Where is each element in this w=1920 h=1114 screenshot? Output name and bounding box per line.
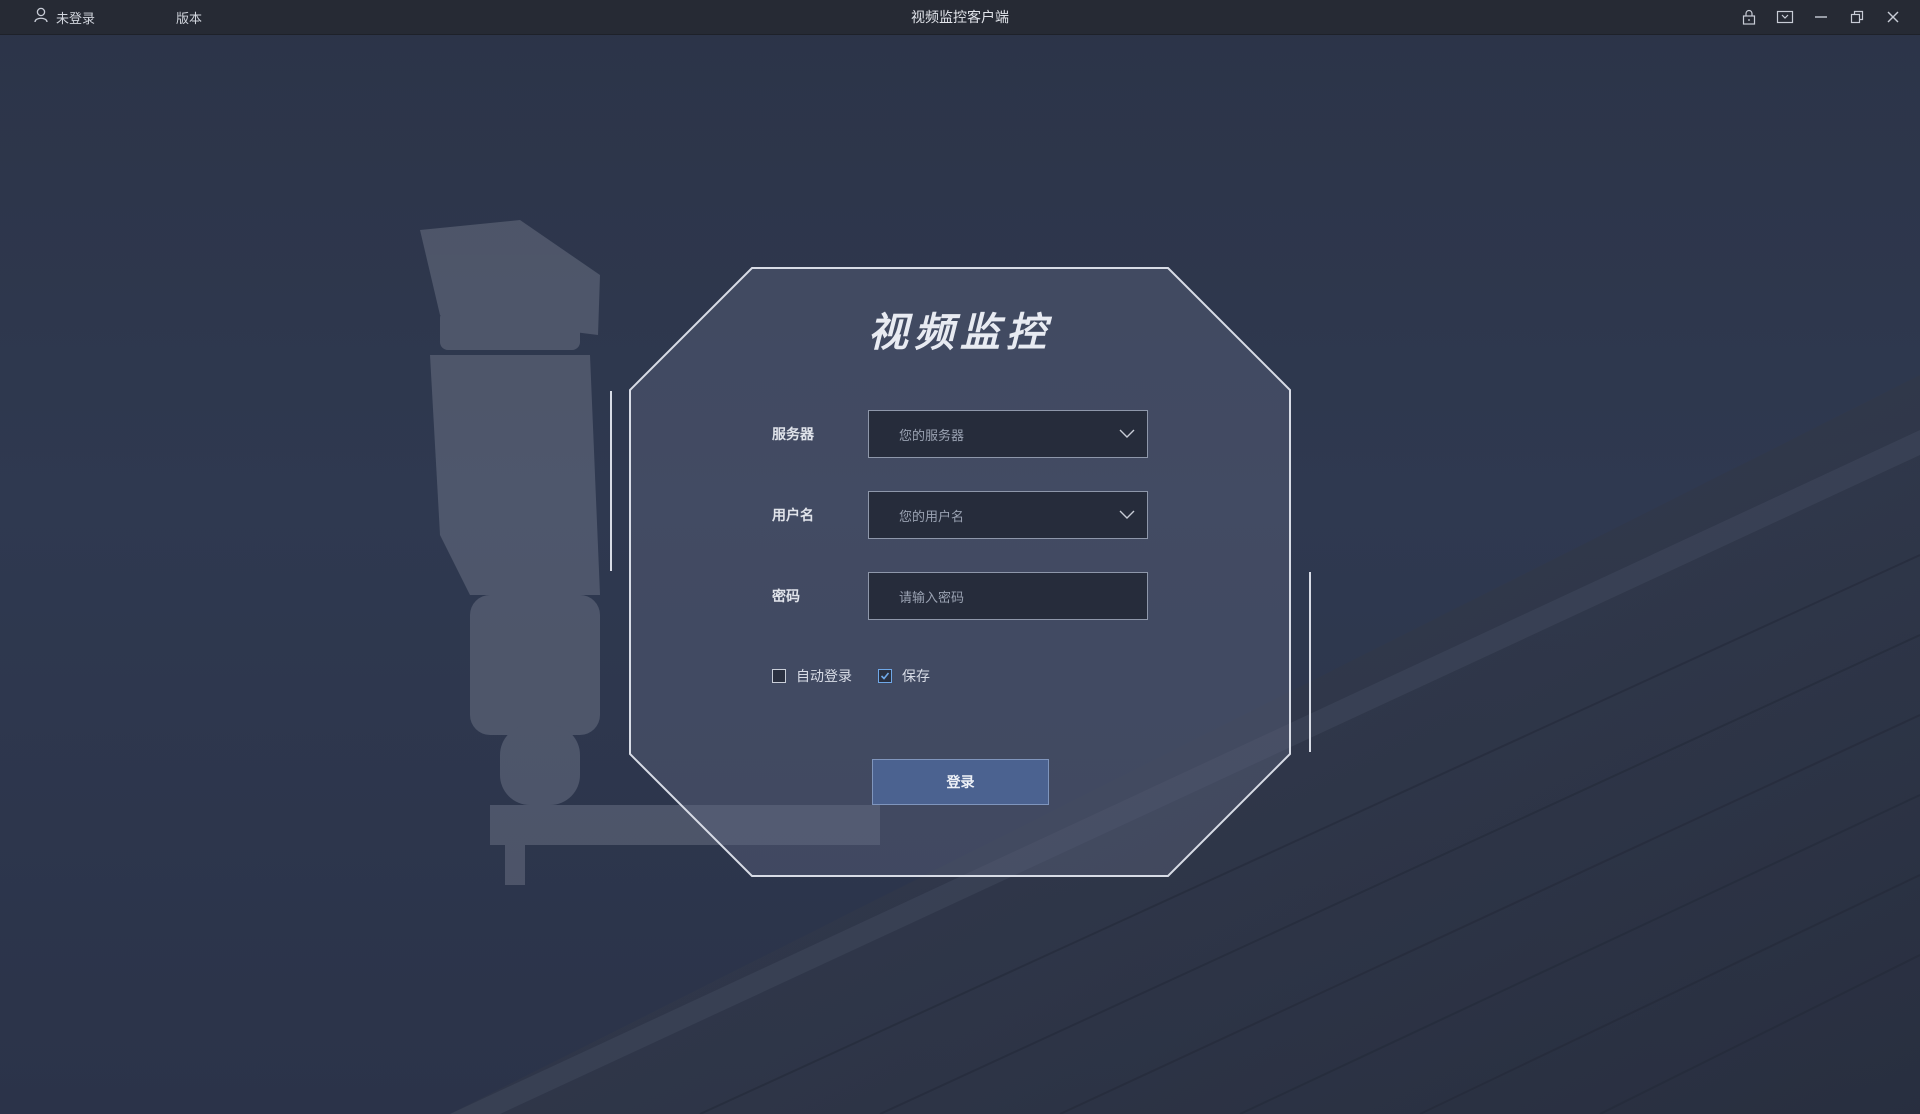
app-title: 视频监控客户端 [911, 10, 1009, 26]
lock-button[interactable] [1738, 6, 1760, 28]
username-row: 用户名 您的用户名 [772, 491, 1148, 539]
lock-icon [1742, 9, 1756, 25]
minimize-button[interactable] [1810, 6, 1832, 28]
chevron-down-icon [1119, 510, 1135, 519]
window-controls [1738, 0, 1904, 34]
save-checkbox[interactable] [878, 669, 892, 683]
password-placeholder: 请输入密码 [899, 590, 965, 606]
password-row: 密码 请输入密码 [772, 572, 1148, 620]
restore-button[interactable] [1846, 6, 1868, 28]
username-label: 用户名 [772, 508, 814, 524]
restore-icon [1850, 10, 1864, 24]
left-accent-line [610, 391, 612, 571]
minimize-icon [1815, 16, 1827, 18]
auto-login-label: 自动登录 [796, 669, 852, 685]
server-placeholder: 您的服务器 [899, 428, 965, 444]
server-dropdown-toggle[interactable] [1107, 411, 1147, 457]
server-row: 服务器 您的服务器 [772, 410, 1148, 458]
password-label: 密码 [772, 589, 800, 605]
username-dropdown-toggle[interactable] [1107, 492, 1147, 538]
dropdown-window-icon [1776, 10, 1794, 24]
user-status-label: 未登录 [56, 11, 96, 27]
username-placeholder: 您的用户名 [899, 509, 965, 525]
options-row: 自动登录 保存 [772, 664, 956, 688]
password-field[interactable]: 请输入密码 [868, 572, 1148, 620]
dropdown-window-button[interactable] [1774, 6, 1796, 28]
right-accent-line [1309, 572, 1311, 752]
server-label: 服务器 [772, 427, 814, 443]
checkmark-icon [880, 672, 890, 680]
server-select[interactable]: 您的服务器 [868, 410, 1148, 458]
close-button[interactable] [1882, 6, 1904, 28]
chevron-down-icon [1119, 429, 1135, 438]
version-menu[interactable]: 版本 [176, 0, 202, 34]
title-bar: 未登录 版本 视频监控客户端 [0, 0, 1920, 35]
user-status-button[interactable]: 未登录 [34, 0, 95, 34]
auto-login-checkbox[interactable] [772, 669, 786, 683]
user-icon [34, 7, 48, 27]
save-option[interactable]: 保存 [878, 666, 930, 686]
login-button[interactable]: 登录 [872, 759, 1049, 805]
close-icon [1887, 11, 1899, 23]
auto-login-option[interactable]: 自动登录 [772, 666, 852, 686]
save-label: 保存 [902, 669, 930, 685]
login-title: 视频监控 [868, 310, 1052, 356]
username-select[interactable]: 您的用户名 [868, 491, 1148, 539]
